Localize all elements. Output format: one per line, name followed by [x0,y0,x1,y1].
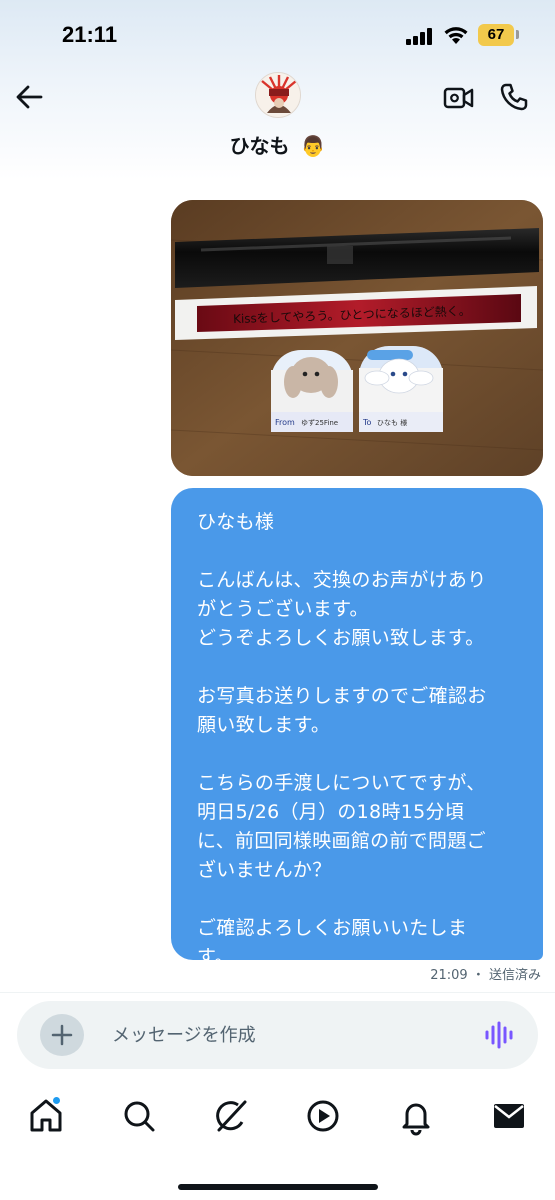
meta-separator: ・ [471,968,485,983]
voice-message-icon[interactable] [483,1021,513,1049]
avatar-image [256,73,300,117]
contact-name-row[interactable]: ひなも 👨 [0,130,555,159]
message-line: ひなも様 [197,511,275,533]
play-icon[interactable] [303,1096,343,1136]
bell-icon[interactable] [396,1096,436,1136]
message-line: どうぞよろしくお願い致します。 [197,627,485,649]
back-arrow-icon[interactable] [14,82,44,112]
card-to-label: To [362,418,372,427]
dm-conversation-screen: 21:11 67 ひなも 👨 Kissをしてやろう。ひとつになるほど熱く。 Fr… [0,0,555,1200]
card-from-name: ゆず25Fine [301,418,338,427]
photo-message[interactable]: Kissをしてやろう。ひとつになるほど熱く。 From ゆず25Fine To … [171,200,543,476]
message-line: 願い致します。 [197,714,331,736]
message-line [197,537,519,566]
message-input[interactable] [112,1022,452,1048]
message-line [197,653,519,682]
cellular-signal-icon [406,27,436,45]
message-line: ご確認よろしくお願いいたしま [197,917,468,939]
message-status: 送信済み [488,968,541,983]
bottom-navigation [0,1078,555,1158]
contact-name: ひなも [229,134,290,158]
contact-emoji: 👨 [300,134,326,158]
message-composer [17,1001,538,1069]
battery-tip [516,30,519,39]
video-camera-icon[interactable] [443,84,475,112]
message-line [197,885,519,914]
message-line: ざいませんか？ [197,859,332,881]
card-to-name: ひなも 様 [377,418,407,427]
search-icon[interactable] [119,1096,159,1136]
message-timestamp: 21:09 [430,968,468,983]
message-line [197,740,519,769]
message-line: 明日5/26（月）の18時15分頃 [197,801,465,823]
message-meta: 21:09 ・ 送信済み [430,964,541,983]
message-line: に、前回同様映画館の前で問題ご [197,830,486,852]
status-time: 21:11 [62,22,118,47]
card-from-label: From [275,418,295,427]
composer-divider [0,992,555,993]
message-line: がとうございます。 [197,598,369,620]
add-attachment-button[interactable] [40,1014,84,1056]
status-bar: 21:11 67 [0,0,555,70]
notification-dot [52,1096,61,1105]
home-indicator [178,1184,378,1190]
message-line: こちらの手渡しについてですが、 [197,772,486,794]
mail-icon[interactable] [489,1096,529,1136]
message-line: お写真お送りしますのでご確認お [197,685,487,707]
photo-image: Kissをしてやろう。ひとつになるほど熱く。 From ゆず25Fine To … [171,200,543,476]
battery-level: 67 [478,24,514,46]
sent-message-bubble[interactable]: ひなも様こんばんは、交換のお声がけあり がとうございます。どうぞよろしくお願い致し… [171,488,543,968]
wifi-icon [444,27,468,44]
contact-avatar[interactable] [255,72,301,118]
grok-icon[interactable] [211,1096,251,1136]
phone-icon[interactable] [499,82,529,112]
plus-icon [51,1024,73,1046]
message-line: こんばんは、交換のお声がけあり [197,569,487,591]
